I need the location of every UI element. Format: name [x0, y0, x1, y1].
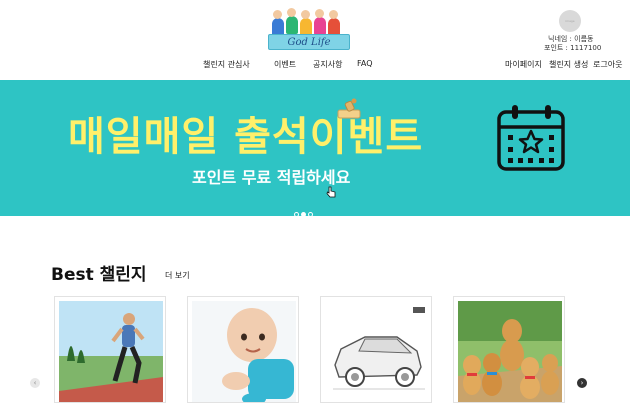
- challenge-card[interactable]: [54, 296, 166, 403]
- carousel-indicators: [294, 202, 315, 217]
- profile-points: 포인트 : 1117100: [544, 44, 602, 52]
- crawling-baby-photo: [192, 301, 296, 402]
- carousel-next-arrow[interactable]: ›: [577, 378, 587, 388]
- logo-text: God Life: [287, 37, 331, 48]
- best-challenges-title: Best 챌린지: [51, 265, 147, 285]
- car-sketch-photo: [325, 301, 429, 402]
- my-page-link[interactable]: 마이페이지: [505, 59, 542, 70]
- carousel-prev-arrow[interactable]: ‹: [30, 378, 40, 388]
- create-challenge-link[interactable]: 챌린지 생성: [549, 59, 588, 70]
- profile-avatar[interactable]: image: [559, 10, 581, 32]
- calendar-star-icon: [497, 105, 565, 171]
- logo-ribbon: God Life: [268, 34, 350, 50]
- banner-subtitle: 포인트 무료 적립하세요: [192, 168, 351, 187]
- carousel-dot-active[interactable]: [301, 212, 306, 217]
- carousel-dot[interactable]: [308, 212, 313, 217]
- nav-faq[interactable]: FAQ: [357, 59, 373, 68]
- challenge-card[interactable]: [187, 296, 299, 403]
- see-more-link[interactable]: 더 보기: [165, 270, 190, 281]
- logo-person: [314, 17, 326, 35]
- nav-challenge-interests[interactable]: 챌린지 관심사: [203, 59, 250, 70]
- challenge-card[interactable]: [320, 296, 432, 403]
- carousel-dot[interactable]: [294, 212, 299, 217]
- logout-link[interactable]: 로그아웃: [593, 59, 622, 70]
- stamp-icon: [337, 98, 361, 119]
- site-header: God Life 챌린지 관심사 이벤트 공지사항 FAQ image 닉네임 …: [0, 0, 630, 80]
- hand-cursor-icon: [326, 186, 336, 198]
- logo-person: [286, 16, 298, 34]
- nav-events[interactable]: 이벤트: [274, 59, 296, 70]
- god-life-logo[interactable]: God Life: [266, 8, 352, 54]
- golden-puppies-photo: [458, 301, 562, 402]
- nav-notices[interactable]: 공지사항: [313, 59, 342, 70]
- running-man-photo: [59, 301, 163, 402]
- banner-title: 매일매일 출석이벤트: [68, 114, 424, 160]
- challenge-card[interactable]: [453, 296, 565, 403]
